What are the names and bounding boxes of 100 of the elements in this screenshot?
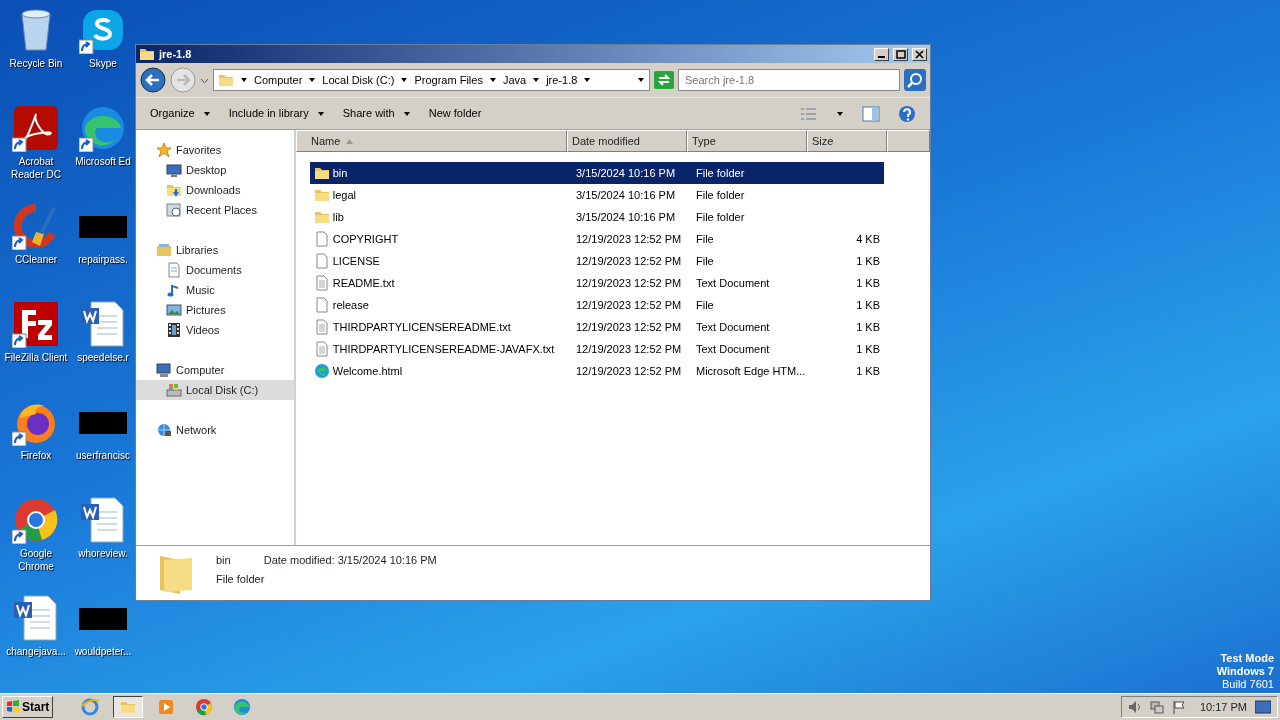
nav-item[interactable]: Downloads bbox=[136, 180, 294, 200]
start-button[interactable]: Start bbox=[2, 696, 54, 718]
maximize-button[interactable] bbox=[893, 47, 908, 61]
windows-logo-icon bbox=[6, 700, 20, 714]
icon-label: wouldpeter... bbox=[74, 645, 132, 658]
computer-icon bbox=[156, 362, 172, 378]
icon-label: Acrobat Reader DC bbox=[10, 155, 62, 181]
speaker-icon[interactable] bbox=[1128, 700, 1143, 714]
caret-icon bbox=[202, 109, 211, 118]
picture-icon bbox=[166, 302, 182, 318]
file-row[interactable]: bin 3/15/2024 10:16 PM File folder bbox=[310, 161, 884, 184]
icon-label: changejava... bbox=[6, 645, 66, 658]
toolbar-button[interactable]: Organize bbox=[150, 103, 211, 124]
icon-label: CCleaner bbox=[14, 253, 58, 266]
help-icon[interactable] bbox=[898, 104, 916, 123]
file-row[interactable]: Welcome.html 12/19/2023 12:52 PM Microsoft Edge HTM... 1 KB bbox=[310, 359, 884, 382]
nav-item[interactable]: Local Disk (C:) bbox=[136, 380, 294, 400]
file-row[interactable]: release 12/19/2023 12:52 PM File 1 KB bbox=[310, 293, 884, 316]
column-header[interactable]: Date modified bbox=[567, 130, 687, 152]
star-icon bbox=[156, 142, 172, 158]
nav-item[interactable]: Videos bbox=[136, 320, 294, 340]
folder-icon bbox=[139, 46, 155, 62]
taskbar-button[interactable] bbox=[113, 696, 144, 718]
library-icon bbox=[156, 242, 172, 258]
icon-label: Skype bbox=[89, 57, 117, 70]
nav-item[interactable]: Music bbox=[136, 280, 294, 300]
nav-item[interactable]: Recent Places bbox=[136, 200, 294, 220]
os-notice-text: Windows 7 bbox=[1216, 665, 1274, 678]
os-notice-text: Test Mode bbox=[1219, 652, 1274, 665]
file-row[interactable]: THIRDPARTYLICENSEREADME.txt 12/19/2023 12:52 PM Text Document 1 KB bbox=[310, 315, 884, 338]
icon-label: Microsoft Ed bbox=[75, 155, 131, 168]
toolbar-button[interactable]: Include in library bbox=[228, 103, 325, 124]
document-icon bbox=[166, 262, 182, 278]
item-type: File folder bbox=[216, 572, 266, 588]
browser-icon bbox=[233, 698, 252, 716]
shortcut-pdf-reader-icon[interactable] bbox=[12, 104, 60, 152]
file-icon bbox=[314, 230, 330, 247]
caret-icon[interactable] bbox=[637, 76, 645, 84]
breadcrumb-item[interactable]: jre-1.8 bbox=[546, 71, 578, 89]
nav-item[interactable]: Desktop bbox=[136, 160, 294, 180]
file-icon bbox=[314, 296, 330, 313]
globe-icon bbox=[314, 362, 330, 379]
shortcut-ftp-client-icon[interactable] bbox=[12, 300, 60, 348]
icon-label: FileZilla Client bbox=[4, 351, 68, 364]
network-icon[interactable] bbox=[1150, 700, 1165, 714]
icon-label: speedelse.r bbox=[77, 351, 129, 364]
shortcut-chrome-icon[interactable] bbox=[12, 496, 60, 544]
file-row[interactable]: README.txt 12/19/2023 12:52 PM Text Document 1 KB bbox=[310, 271, 884, 294]
close-button[interactable] bbox=[912, 47, 927, 61]
file-row[interactable]: LICENSE 12/19/2023 12:52 PM File 1 KB bbox=[310, 249, 884, 272]
download-folder-icon bbox=[166, 182, 182, 198]
flag-icon[interactable] bbox=[1172, 700, 1187, 714]
word-document-icon[interactable] bbox=[79, 496, 127, 544]
nav-item[interactable]: Computer bbox=[136, 360, 294, 380]
caret-icon[interactable] bbox=[583, 76, 592, 84]
search-button[interactable] bbox=[904, 69, 926, 91]
chrome-icon bbox=[195, 698, 214, 716]
file-row[interactable]: COPYRIGHT 12/19/2023 12:52 PM File 4 KB bbox=[310, 227, 884, 250]
caret-icon[interactable] bbox=[308, 76, 317, 84]
icon-label: userfrancisc bbox=[76, 449, 130, 462]
breadcrumb-item[interactable]: Computer bbox=[254, 71, 303, 89]
media-player-icon bbox=[157, 698, 176, 716]
search-field[interactable]: Search jre-1.8 bbox=[678, 69, 900, 91]
shortcut-browser-icon[interactable] bbox=[79, 104, 127, 152]
caret-icon[interactable] bbox=[532, 76, 541, 84]
nav-item[interactable]: Network bbox=[136, 420, 294, 440]
word-document-icon[interactable] bbox=[12, 594, 60, 642]
file-row[interactable]: THIRDPARTYLICENSEREADME-JAVAFX.txt 12/19/2023 12:52 PM Text Document 1 KB bbox=[310, 337, 884, 360]
caret-icon[interactable] bbox=[400, 76, 409, 84]
nav-item[interactable]: Libraries bbox=[136, 240, 294, 260]
window-title: jre-1.8 bbox=[159, 46, 193, 62]
nav-item[interactable]: Documents bbox=[136, 260, 294, 280]
minimize-icon bbox=[878, 55, 885, 58]
caret-icon[interactable] bbox=[836, 109, 844, 118]
column-header[interactable]: Size bbox=[807, 130, 887, 152]
caret-icon[interactable] bbox=[488, 76, 497, 84]
address-bar[interactable]: Computer Local Disk (C:) Program Files Java jre-1.8 bbox=[213, 69, 650, 91]
breadcrumb-item[interactable]: Program Files bbox=[414, 71, 483, 89]
os-notice-text: Build 7601 bbox=[1221, 678, 1274, 691]
recent-places-icon bbox=[166, 202, 182, 218]
file-row[interactable]: lib 3/15/2024 10:16 PM File folder bbox=[310, 205, 884, 228]
caret-icon[interactable] bbox=[240, 76, 248, 84]
nav-item[interactable]: Pictures bbox=[136, 300, 294, 320]
toolbar-button[interactable]: New folder bbox=[428, 103, 482, 124]
refresh-button[interactable] bbox=[654, 71, 674, 89]
maximize-icon bbox=[895, 48, 906, 60]
date-modified-text: Date modified: 3/15/2024 10:16 PM bbox=[263, 553, 437, 568]
network-icon bbox=[156, 422, 172, 438]
breadcrumb-item[interactable]: Local Disk (C:) bbox=[322, 71, 395, 89]
column-header[interactable]: Name bbox=[296, 130, 567, 152]
film-icon bbox=[166, 322, 182, 338]
breadcrumb-item[interactable]: Java bbox=[502, 71, 527, 89]
word-document-icon[interactable] bbox=[79, 300, 127, 348]
back-button[interactable] bbox=[140, 67, 166, 93]
file-row[interactable]: legal 3/15/2024 10:16 PM File folder bbox=[310, 183, 884, 206]
item-name: bin bbox=[216, 553, 231, 568]
minimize-button[interactable] bbox=[874, 47, 889, 61]
column-header[interactable]: Type bbox=[687, 130, 807, 152]
toolbar-button[interactable]: Share with bbox=[342, 103, 411, 124]
nav-item[interactable]: Favorites bbox=[136, 140, 294, 160]
